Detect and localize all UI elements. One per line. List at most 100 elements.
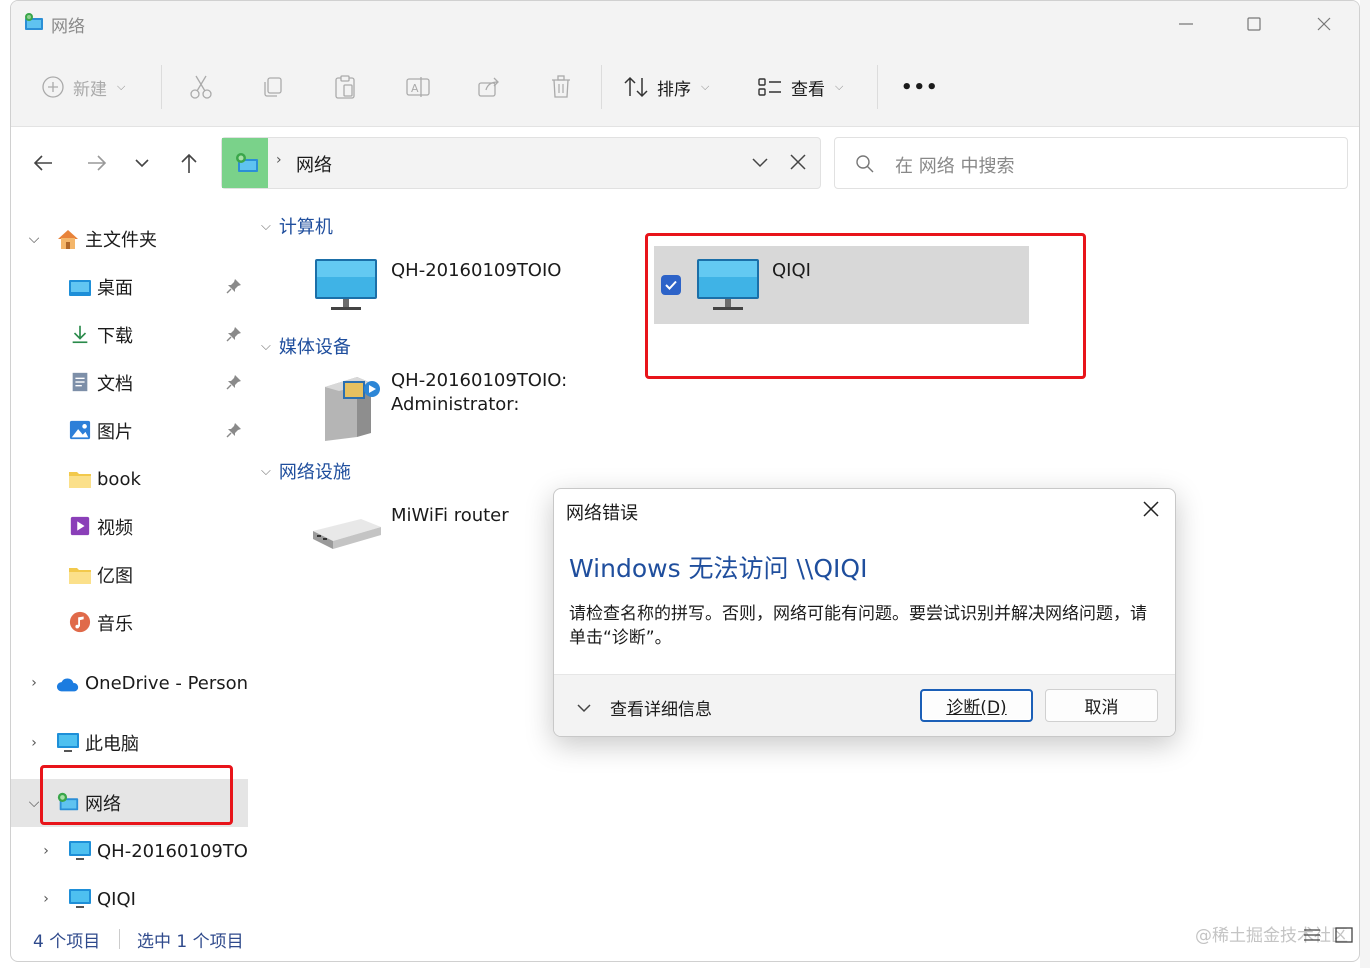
- search-placeholder: 在 网络 中搜索: [895, 156, 1015, 177]
- chevron-down-icon[interactable]: [750, 152, 770, 172]
- minimize-icon: [1179, 23, 1193, 25]
- see-details-label: 查看详细信息: [610, 700, 712, 720]
- dialog-message: 请检查名称的拼写。否则，网络可能有问题。要尝试识别并解决网络问题，请单击“诊断”…: [569, 604, 1147, 648]
- sort-label: 排序: [657, 79, 691, 100]
- address-bar[interactable]: › 网络: [221, 137, 821, 189]
- clipboard-icon: [335, 75, 355, 99]
- sidebar-item-edraw[interactable]: 亿图: [11, 551, 248, 599]
- toolbar-divider: [161, 65, 162, 109]
- command-bar: 新建 ⌵ A 排序 ⌵ 查看 ⌵ •••: [11, 47, 1359, 127]
- pin-icon[interactable]: [226, 278, 242, 294]
- see-details-toggle[interactable]: 查看详细信息: [576, 695, 712, 720]
- paste-button[interactable]: [333, 69, 357, 105]
- copy-button[interactable]: [261, 69, 285, 105]
- more-options-button[interactable]: •••: [901, 69, 939, 105]
- collapse-chevron-icon: ⌵: [261, 338, 271, 354]
- layout-toggle: [1303, 927, 1353, 943]
- close-icon: [1317, 17, 1331, 31]
- sidebar-item-network-child[interactable]: › QIQI: [11, 875, 248, 923]
- chevron-right-icon[interactable]: ›: [25, 675, 43, 691]
- sidebar-item-onedrive[interactable]: › OneDrive - Persona: [11, 659, 248, 707]
- sidebar-item-label: OneDrive - Persona: [85, 672, 248, 694]
- media-server-icon: [325, 377, 380, 441]
- sidebar-item-videos[interactable]: 视频: [11, 503, 248, 551]
- cloud-icon: [56, 678, 79, 692]
- details-view-icon[interactable]: [1303, 927, 1321, 943]
- up-button[interactable]: [171, 146, 207, 180]
- sidebar-item-book[interactable]: book: [11, 455, 248, 503]
- list-view-icon: [758, 78, 781, 96]
- collapse-chevron-icon: ⌵: [261, 463, 271, 479]
- sidebar-item-home[interactable]: ⌵ 主文件夹: [11, 215, 248, 263]
- view-button[interactable]: 查看 ⌵: [757, 69, 843, 105]
- group-header-infrastructure[interactable]: ⌵ 网络设施: [261, 458, 351, 484]
- rename-icon: A: [406, 77, 430, 97]
- close-icon[interactable]: [1141, 499, 1161, 519]
- chevron-down-icon: [577, 703, 591, 712]
- sort-button[interactable]: 排序 ⌵: [623, 69, 709, 105]
- sidebar-item-network-child[interactable]: › QH-20160109TO: [11, 827, 248, 875]
- computer-icon: [57, 733, 79, 752]
- pictures-icon: [69, 420, 91, 440]
- new-label: 新建: [73, 79, 107, 100]
- tiles-view-icon[interactable]: [1335, 927, 1353, 943]
- scissors-icon: [190, 75, 212, 99]
- pin-icon[interactable]: [226, 326, 242, 342]
- sidebar-item-label: QIQI: [97, 888, 136, 910]
- media-item-label-line1[interactable]: QH-20160109TOIO:: [391, 369, 567, 393]
- sidebar-item-label: 文档: [97, 374, 133, 395]
- computer-icon: [69, 841, 91, 860]
- chevron-down-icon: ⌵: [701, 80, 710, 93]
- svg-text:A: A: [411, 82, 419, 95]
- sidebar-item-pictures[interactable]: 图片: [11, 407, 248, 455]
- sidebar-item-desktop[interactable]: 桌面: [11, 263, 248, 311]
- close-window-button[interactable]: [1289, 1, 1359, 47]
- clear-address-icon[interactable]: [788, 152, 808, 172]
- view-label: 查看: [791, 79, 825, 100]
- expand-chevron-icon[interactable]: ⌵: [25, 231, 43, 247]
- sidebar-item-this-pc[interactable]: › 此电脑: [11, 719, 248, 767]
- trash-icon: [552, 75, 570, 98]
- cut-button[interactable]: [189, 69, 213, 105]
- sidebar-item-music[interactable]: 音乐: [11, 599, 248, 647]
- router-item-label[interactable]: MiWiFi router: [391, 504, 509, 528]
- copy-icon: [264, 77, 282, 97]
- chevron-down-icon: [135, 159, 149, 168]
- pin-icon[interactable]: [226, 422, 242, 438]
- sidebar-item-label: 图片: [97, 422, 133, 443]
- maximize-button[interactable]: [1219, 1, 1289, 47]
- network-folder-icon: [25, 13, 43, 30]
- minimize-button[interactable]: [1151, 1, 1221, 47]
- media-item-label-line2[interactable]: Administrator:: [391, 393, 519, 417]
- forward-button[interactable]: [79, 146, 115, 180]
- pin-icon[interactable]: [226, 374, 242, 390]
- back-button[interactable]: [25, 146, 61, 180]
- cancel-button[interactable]: 取消: [1045, 689, 1158, 722]
- group-header-computer[interactable]: ⌵ 计算机: [261, 213, 333, 239]
- chevron-right-icon[interactable]: ›: [37, 843, 55, 859]
- computer-item-label[interactable]: QH-20160109TOIO: [391, 259, 561, 283]
- title-bar: 网络: [11, 1, 1359, 47]
- search-box[interactable]: 在 网络 中搜索: [834, 137, 1348, 189]
- group-header-media[interactable]: ⌵ 媒体设备: [261, 333, 351, 359]
- share-button[interactable]: [477, 69, 501, 105]
- sidebar-item-label: book: [97, 468, 141, 490]
- toolbar-divider: [877, 65, 878, 109]
- chevron-right-icon[interactable]: ›: [25, 735, 43, 751]
- sidebar-item-downloads[interactable]: 下载: [11, 311, 248, 359]
- network-icon: [236, 153, 258, 172]
- diagnose-button[interactable]: 诊断(D): [920, 689, 1033, 722]
- sidebar-item-label: 此电脑: [85, 734, 139, 755]
- new-button[interactable]: 新建 ⌵: [41, 69, 125, 105]
- delete-button[interactable]: [549, 69, 573, 105]
- recent-locations-button[interactable]: [124, 146, 160, 180]
- home-icon: [58, 230, 78, 249]
- chevron-down-icon: ⌵: [835, 80, 844, 93]
- search-icon: [856, 155, 874, 173]
- sidebar-item-documents[interactable]: 文档: [11, 359, 248, 407]
- rename-button[interactable]: A: [405, 69, 431, 105]
- dialog-heading: Windows 无法访问 \\QIQI: [569, 554, 868, 583]
- annotation-highlight-network: [40, 765, 233, 825]
- breadcrumb-network[interactable]: 网络: [296, 151, 332, 177]
- chevron-right-icon[interactable]: ›: [37, 891, 55, 907]
